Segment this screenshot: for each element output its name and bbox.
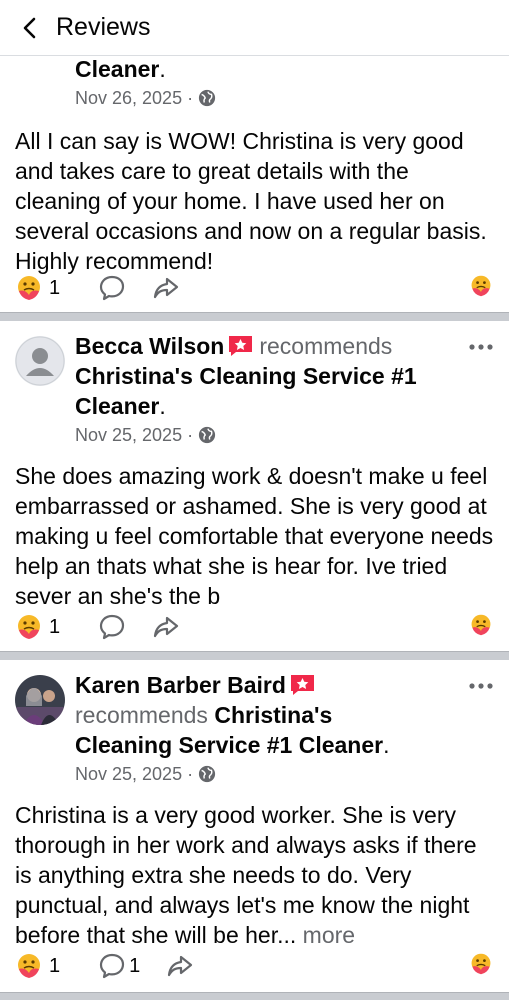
separator-dot: · — [187, 425, 194, 445]
action-bar: 1 — [0, 607, 509, 647]
comment-button[interactable] — [98, 613, 126, 641]
globe-icon — [198, 89, 216, 107]
page-name-link[interactable]: Christina's — [214, 702, 332, 728]
react-button[interactable] — [469, 274, 493, 303]
share-button[interactable] — [152, 274, 180, 302]
comment-button[interactable] — [98, 274, 126, 302]
page-name-line: Cleaner. — [75, 54, 459, 84]
recommend-star-icon — [290, 674, 315, 696]
default-avatar-icon — [15, 336, 65, 386]
separator-dot: · — [187, 764, 194, 784]
share-icon — [152, 274, 180, 302]
share-button[interactable] — [152, 613, 180, 641]
reaction-summary[interactable]: 1 — [15, 274, 60, 302]
page-name-line: Christina's Cleaning Service #1 — [75, 361, 459, 391]
reaction-count: 1 — [49, 615, 61, 638]
recommend-star-icon — [228, 335, 253, 357]
post-date[interactable]: Nov 25, 2025 — [75, 761, 182, 787]
globe-icon — [198, 765, 216, 783]
comment-icon — [98, 613, 126, 641]
react-button[interactable] — [469, 613, 493, 642]
post-divider — [0, 651, 509, 660]
review-text: All I can say is WOW! Christina is very … — [15, 128, 487, 274]
review-post: Karen Barber Baird recommends Christina'… — [0, 660, 509, 992]
comment-icon — [98, 952, 126, 980]
care-reaction-icon — [15, 274, 43, 302]
period: . — [383, 732, 390, 758]
profile-photo — [15, 675, 65, 725]
review-post: Becca Wilson recommends Christina's Clean… — [0, 321, 509, 651]
chevron-left-icon — [23, 17, 36, 38]
care-reaction-icon — [469, 274, 493, 298]
comment-icon — [98, 274, 126, 302]
more-dots-icon — [467, 682, 495, 690]
avatar[interactable] — [15, 336, 65, 386]
top-bar: Reviews — [0, 0, 509, 56]
recommends-label: recommends — [259, 333, 393, 359]
review-post: Cleaner. Nov 26, 2025 · All I can say is… — [0, 50, 509, 312]
page-name-link[interactable]: Cleaner — [75, 56, 159, 82]
care-reaction-icon — [469, 613, 493, 637]
share-button[interactable] — [166, 952, 194, 980]
page-name-link[interactable]: Christina's Cleaning Service #1 — [75, 363, 417, 389]
share-icon — [166, 952, 194, 980]
reaction-summary[interactable]: 1 — [15, 613, 60, 641]
page-name-link[interactable]: Cleaner — [75, 393, 159, 419]
author-name[interactable]: Becca Wilson — [75, 333, 224, 359]
page-name-link[interactable]: Cleaning Service #1 Cleaner — [75, 732, 383, 758]
page-title: Reviews — [56, 13, 151, 41]
author-name[interactable]: Karen Barber Baird — [75, 672, 286, 698]
ellipsis: ... — [277, 922, 297, 948]
post-meta: Nov 26, 2025 · — [75, 85, 459, 111]
period: . — [159, 56, 166, 82]
page-name-line: recommends Christina's — [75, 700, 459, 730]
share-icon — [152, 613, 180, 641]
see-more-link[interactable]: more — [303, 922, 355, 948]
react-button[interactable] — [469, 952, 493, 981]
post-divider — [0, 312, 509, 321]
more-options-button[interactable] — [467, 337, 495, 357]
back-button[interactable] — [10, 8, 50, 48]
post-divider — [0, 992, 509, 1000]
post-date[interactable]: Nov 25, 2025 — [75, 422, 182, 448]
comment-count: 1 — [129, 954, 141, 977]
comment-button[interactable]: 1 — [98, 952, 140, 980]
review-body: Christina is a very good worker. She is … — [15, 802, 477, 948]
action-bar: 1 1 — [0, 946, 509, 986]
separator-dot: · — [187, 88, 194, 108]
review-text: Christina is a very good worker. She is … — [0, 800, 509, 950]
reaction-count: 1 — [49, 954, 61, 977]
reaction-count: 1 — [49, 276, 61, 299]
reaction-summary[interactable]: 1 — [15, 952, 60, 980]
care-reaction-icon — [15, 613, 43, 641]
period: . — [159, 393, 166, 419]
post-date[interactable]: Nov 26, 2025 — [75, 85, 182, 111]
globe-icon — [198, 426, 216, 444]
author-line: Becca Wilson recommends — [75, 331, 459, 361]
recommends-label: recommends — [75, 702, 208, 728]
post-meta: Nov 25, 2025 · — [75, 761, 459, 787]
avatar[interactable] — [15, 675, 65, 725]
author-line: Karen Barber Baird — [75, 670, 459, 700]
care-reaction-icon — [469, 952, 493, 976]
post-meta: Nov 25, 2025 · — [75, 422, 459, 448]
review-text: She does amazing work & doesn't make u f… — [15, 463, 494, 609]
page-name-line: Cleaner. — [75, 391, 459, 421]
care-reaction-icon — [15, 952, 43, 980]
more-options-button[interactable] — [467, 676, 495, 696]
more-dots-icon — [467, 343, 495, 351]
page-name-line: Cleaning Service #1 Cleaner. — [75, 730, 459, 760]
action-bar: 1 — [0, 268, 509, 308]
